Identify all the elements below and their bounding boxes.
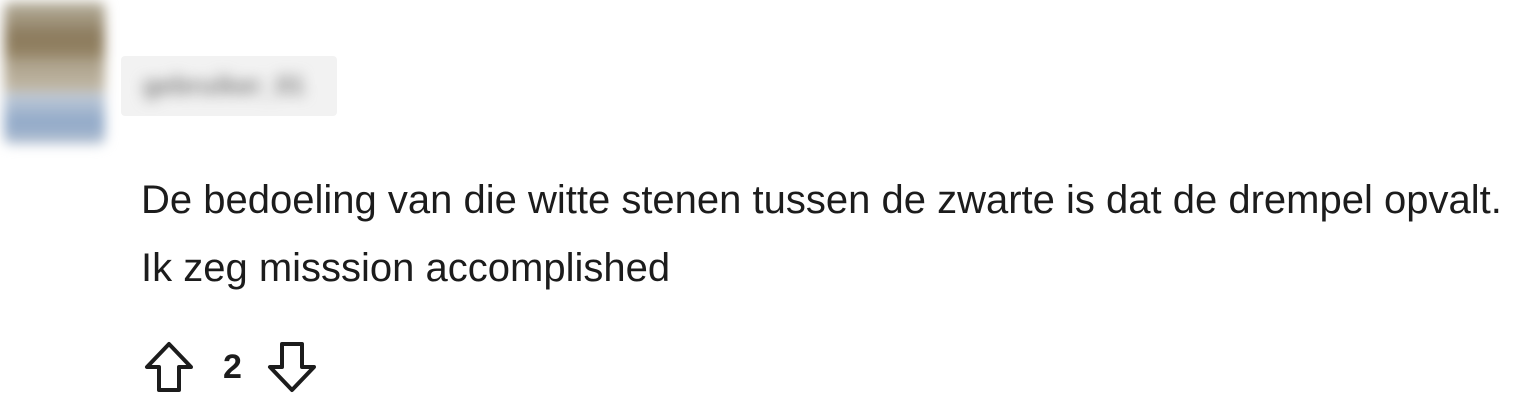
avatar-hair: [4, 2, 105, 64]
comment-body: De bedoeling van die witte stenen tussen…: [141, 178, 1502, 290]
avatar-shirt: [4, 92, 105, 144]
avatar-face: [4, 57, 105, 97]
downvote-button[interactable]: [264, 339, 320, 395]
username[interactable]: gebruiker_01: [143, 70, 305, 101]
upvote-button[interactable]: [141, 339, 197, 395]
vote-bar: 2: [141, 337, 320, 397]
username-link[interactable]: gebruiker_01: [121, 56, 337, 116]
downvote-arrow-icon: [267, 342, 316, 392]
vote-score: 2: [223, 347, 242, 386]
upvote-arrow-icon: [145, 342, 193, 392]
avatar[interactable]: [4, 2, 105, 144]
